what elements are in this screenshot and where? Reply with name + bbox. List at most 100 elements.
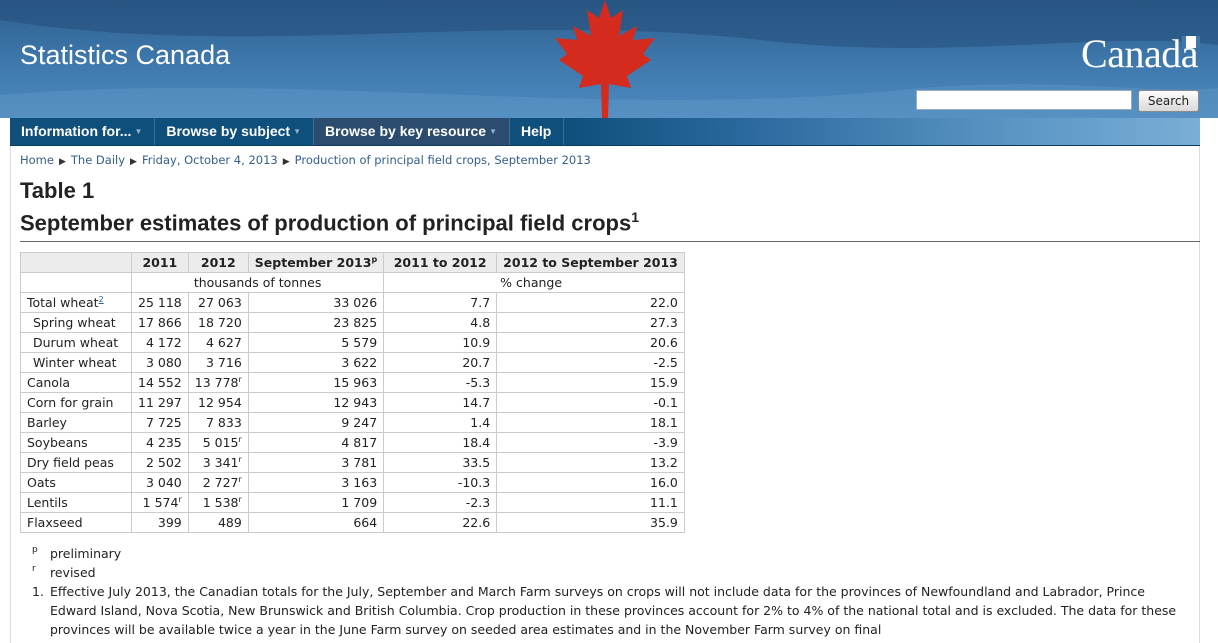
table-row: Barley 7 725 7 833 9 247 1.4 18.1 [20, 412, 685, 433]
nav-browse-by-subject[interactable]: Browse by subject ▼ [155, 118, 314, 145]
cell-value: 11 297 [138, 395, 182, 410]
cell-value: 489 [217, 515, 242, 530]
cell-value: 1.4 [470, 415, 491, 430]
crop-name: Oats [27, 475, 56, 490]
page-title: September estimates of production of pri… [20, 209, 639, 236]
maple-leaf-icon [555, 0, 655, 118]
cell-2012: 3 341r [187, 452, 249, 473]
table-row: Winter wheat 3 080 3 716 3 622 20.7 -2.5 [20, 352, 685, 373]
unit-empty [20, 272, 132, 293]
cell-2011: 14 552 [131, 372, 189, 393]
table-row: Canola 14 552 13 778r 15 963 -5.3 15.9 [20, 372, 685, 393]
cell-2012: 1 538r [187, 492, 249, 513]
cell-value: 2 727 [202, 475, 239, 491]
revised-marker: r [238, 434, 242, 444]
cell-change-2011-2012: 33.5 [383, 452, 498, 473]
cell-2012: 3 716 [187, 352, 249, 373]
cell-value: 11.1 [650, 495, 678, 510]
breadcrumb-current[interactable]: Production of principal field crops, Sep… [295, 153, 591, 167]
cell-2012: 4 627 [187, 332, 249, 353]
canada-wordmark-text: Canada [1081, 31, 1198, 76]
nav-fill [564, 118, 1200, 145]
cell-crop: Durum wheat [20, 332, 132, 353]
breadcrumb-date[interactable]: Friday, October 4, 2013 [142, 153, 278, 167]
cell-change-2011-2012: 18.4 [383, 432, 498, 453]
cell-value: 14.7 [462, 395, 491, 410]
site-header: Statistics Canada Canada Search [0, 0, 1218, 118]
cell-2012: 7 833 [187, 412, 249, 433]
cell-sept-2013: 3 163 [247, 472, 385, 493]
cell-2011: 1 574r [131, 492, 189, 513]
cell-2011: 7 725 [131, 412, 189, 433]
cell-crop: Canola [20, 372, 132, 393]
cell-2011: 3 040 [131, 472, 189, 493]
cell-value: 25 118 [138, 295, 182, 310]
nav-label: Browse by subject [166, 123, 291, 139]
cell-2012: 13 778r [187, 372, 249, 393]
cell-change-2012-2013: 22.0 [496, 292, 685, 313]
table-row: Oats 3 040 2 727r 3 163 -10.3 16.0 [20, 472, 685, 493]
cell-value: 13.2 [650, 455, 678, 470]
cell-value: 17 866 [138, 315, 182, 330]
cell-2011: 25 118 [131, 292, 189, 313]
cell-value: 4 817 [341, 435, 378, 450]
cell-value: 3 622 [341, 355, 378, 370]
cell-value: 7 725 [145, 415, 182, 430]
cell-crop: Barley [20, 412, 132, 433]
cell-2011: 11 297 [131, 392, 189, 413]
title-footnote-ref[interactable]: 1 [631, 209, 639, 225]
crop-production-table: 2011 2012 September 2013p 2011 to 2012 2… [20, 252, 685, 533]
search-button[interactable]: Search [1138, 90, 1199, 112]
cell-sept-2013: 3 781 [247, 452, 385, 473]
cell-2011: 399 [131, 512, 189, 533]
crop-name: Lentils [27, 495, 68, 510]
cell-sept-2013: 12 943 [247, 392, 385, 413]
cell-value: 399 [157, 515, 182, 530]
breadcrumb-home[interactable]: Home [20, 153, 54, 167]
cell-2012: 489 [187, 512, 249, 533]
nav-information-for[interactable]: Information for... ▼ [10, 118, 156, 145]
table-row: Dry field peas 2 502 3 341r 3 781 33.5 13.2 [20, 452, 685, 473]
cell-value: 10.9 [462, 335, 491, 350]
crop-name: Durum wheat [33, 335, 119, 350]
cell-change-2011-2012: -5.3 [383, 372, 498, 393]
canada-wordmark: Canada [1081, 30, 1200, 77]
site-title[interactable]: Statistics Canada [20, 40, 230, 71]
cell-crop: Winter wheat [20, 352, 132, 373]
cell-value: 12 943 [333, 395, 378, 410]
note-symbol: r [32, 564, 36, 574]
nav-help[interactable]: Help [510, 118, 565, 145]
table-label: Table 1 [20, 178, 95, 203]
nav-browse-by-key-resource[interactable]: Browse by key resource ▼ [314, 118, 511, 145]
cell-value: 1 538 [202, 495, 239, 511]
crop-name: Dry field peas [27, 455, 114, 470]
crop-name: Total wheat [27, 295, 99, 311]
cell-crop: Corn for grain [20, 392, 132, 413]
cell-value: 4.8 [470, 315, 491, 330]
header-2012-to-sept-2013: 2012 to September 2013 [496, 252, 685, 273]
cell-change-2012-2013: 15.9 [496, 372, 685, 393]
cell-value: 3 080 [145, 355, 182, 370]
nav-label: Help [521, 123, 552, 139]
cell-2012: 2 727r [187, 472, 249, 493]
crop-name: Soybeans [27, 435, 88, 450]
cell-sept-2013: 23 825 [247, 312, 385, 333]
cell-change-2012-2013: 11.1 [496, 492, 685, 513]
header-2011: 2011 [131, 252, 189, 273]
search-input[interactable] [916, 90, 1132, 110]
cell-value: 5 579 [341, 335, 378, 350]
cell-change-2012-2013: -2.5 [496, 352, 685, 373]
breadcrumb-the-daily[interactable]: The Daily [71, 153, 125, 167]
cell-value: -3.9 [653, 435, 678, 450]
cell-value: 664 [353, 515, 378, 530]
footnote-link[interactable]: 2 [99, 295, 104, 304]
table-row: Lentils 1 574r 1 538r 1 709 -2.3 11.1 [20, 492, 685, 513]
cell-change-2012-2013: -3.9 [496, 432, 685, 453]
cell-sept-2013: 15 963 [247, 372, 385, 393]
table-row: Total wheat2 25 118 27 063 33 026 7.7 22.0 [20, 292, 685, 313]
cell-change-2012-2013: 13.2 [496, 452, 685, 473]
crop-name: Winter wheat [33, 355, 117, 370]
cell-change-2012-2013: 35.9 [496, 512, 685, 533]
header-2011-to-2012: 2011 to 2012 [383, 252, 498, 273]
header-sept-2013: September 2013p [247, 252, 385, 273]
